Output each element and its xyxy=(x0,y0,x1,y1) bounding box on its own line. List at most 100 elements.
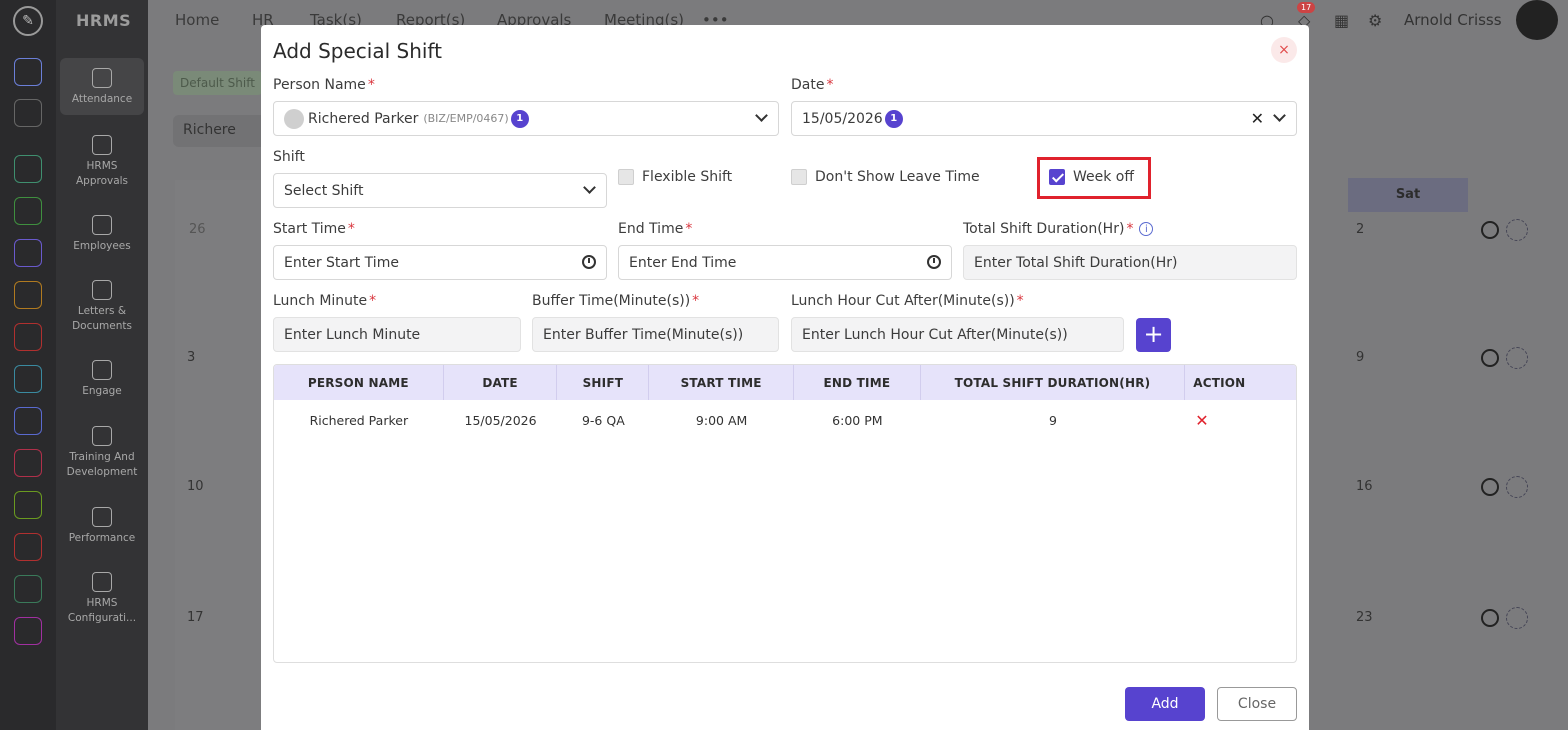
start-time-label: Start Time * xyxy=(273,221,355,237)
calendar-date: 3 xyxy=(187,350,196,365)
module-icon[interactable] xyxy=(14,155,42,183)
module-icon[interactable] xyxy=(14,323,42,351)
cell-start-time: 9:00 AM xyxy=(695,412,748,428)
buffer-time-placeholder: Enter Buffer Time(Minute(s)) xyxy=(543,326,744,343)
chevron-down-icon[interactable] xyxy=(1273,109,1286,122)
module-icon[interactable] xyxy=(14,197,42,225)
user-avatar[interactable] xyxy=(1516,0,1558,40)
nav-item-training[interactable]: Training And Development xyxy=(60,426,144,480)
add-person-icon[interactable] xyxy=(1506,347,1528,369)
nav-item-engage[interactable]: Engage xyxy=(60,360,144,399)
nav-item-attendance[interactable]: Attendance xyxy=(60,58,144,115)
document-icon xyxy=(92,280,112,300)
cell-shift: 9-6 QA xyxy=(581,412,625,428)
checkbox-box[interactable] xyxy=(618,169,634,185)
module-icon[interactable] xyxy=(14,491,42,519)
chevron-down-icon[interactable] xyxy=(755,109,768,122)
settings-icon[interactable]: ⚙ xyxy=(1368,11,1382,30)
module-icon[interactable] xyxy=(14,239,42,267)
date-label: Date * xyxy=(791,77,834,93)
module-icon[interactable] xyxy=(14,533,42,561)
end-time-input[interactable]: Enter End Time xyxy=(618,245,952,280)
duration-input[interactable]: Enter Total Shift Duration(Hr) xyxy=(963,245,1297,280)
checkbox-box[interactable] xyxy=(1049,169,1065,185)
calendar-date: 9 xyxy=(1356,350,1365,365)
dont-show-leave-checkbox[interactable]: Don't Show Leave Time xyxy=(791,169,980,185)
nav-item-performance[interactable]: Performance xyxy=(60,507,144,546)
date-select[interactable]: 15/05/2026 1 ✕ xyxy=(791,101,1297,136)
module-icon[interactable] xyxy=(14,449,42,477)
module-icon[interactable] xyxy=(14,617,42,645)
checkbox-box[interactable] xyxy=(791,169,807,185)
add-person-icon[interactable] xyxy=(1506,219,1528,241)
person-name-value: Richered Parker xyxy=(308,110,419,127)
calendar-clock-icon xyxy=(92,68,112,88)
close-icon[interactable]: × xyxy=(1271,37,1297,63)
module-icon[interactable] xyxy=(14,407,42,435)
add-person-icon[interactable] xyxy=(1506,476,1528,498)
calendar-date: 2 xyxy=(1356,222,1365,237)
column-header: END TIME xyxy=(794,365,921,400)
week-off-checkbox[interactable]: Week off xyxy=(1049,169,1134,185)
add-button[interactable]: Add xyxy=(1125,687,1205,721)
add-special-shift-modal: Add Special Shift × Person Name * Richere… xyxy=(261,25,1309,730)
pin-icon[interactable] xyxy=(14,99,42,127)
calendar-date: 17 xyxy=(187,610,204,625)
gear-icon xyxy=(92,572,112,592)
icon-rail: ✎ xyxy=(0,0,56,730)
chevron-down-icon[interactable] xyxy=(583,181,596,194)
menu-home[interactable]: Home xyxy=(175,11,219,29)
person-name-select[interactable]: Richered Parker (BIZ/EMP/0467) 1 xyxy=(273,101,779,136)
duration-placeholder: Enter Total Shift Duration(Hr) xyxy=(974,254,1178,271)
clock-icon[interactable] xyxy=(582,255,596,269)
lunch-cut-input[interactable]: Enter Lunch Hour Cut After(Minute(s)) xyxy=(791,317,1124,352)
clock-icon[interactable] xyxy=(927,255,941,269)
shift-table: PERSON NAME DATE SHIFT START TIME END TI… xyxy=(273,364,1297,663)
column-header: TOTAL SHIFT DURATION(HR) xyxy=(921,365,1186,400)
apps-grid-icon[interactable]: ▦ xyxy=(1334,11,1349,30)
flexible-shift-checkbox[interactable]: Flexible Shift xyxy=(618,169,732,185)
count-badge: 1 xyxy=(884,109,903,128)
start-time-placeholder: Enter Start Time xyxy=(284,254,399,271)
shift-label: Shift xyxy=(273,149,305,165)
default-shift-tab[interactable]: Default Shift xyxy=(173,71,262,95)
user-name[interactable]: Arnold Crisss xyxy=(1404,11,1502,29)
calendar-date: 23 xyxy=(1356,610,1373,625)
nav-item-letters[interactable]: Letters & Documents xyxy=(60,280,144,334)
nav-item-hrms-approvals[interactable]: HRMS Approvals xyxy=(60,135,144,189)
module-icon[interactable] xyxy=(14,365,42,393)
column-header: START TIME xyxy=(649,365,794,400)
add-person-icon[interactable] xyxy=(1506,607,1528,629)
home-icon[interactable] xyxy=(14,58,42,86)
nav-item-employees[interactable]: Employees xyxy=(60,215,144,254)
column-header: PERSON NAME xyxy=(274,365,444,400)
count-badge: 1 xyxy=(510,109,529,128)
notification-badge: 17 xyxy=(1297,2,1316,13)
calendar-date: 26 xyxy=(189,222,206,237)
calendar-date: 10 xyxy=(187,479,204,494)
modal-title: Add Special Shift xyxy=(273,39,442,63)
date-value: 15/05/2026 xyxy=(802,110,883,127)
block-icon[interactable] xyxy=(1481,478,1499,496)
block-icon[interactable] xyxy=(1481,221,1499,239)
lunch-minute-input[interactable]: Enter Lunch Minute xyxy=(273,317,521,352)
module-icon[interactable] xyxy=(14,281,42,309)
clear-icon[interactable]: ✕ xyxy=(1251,109,1264,128)
block-icon[interactable] xyxy=(1481,349,1499,367)
buffer-time-input[interactable]: Enter Buffer Time(Minute(s)) xyxy=(532,317,779,352)
cell-date: 15/05/2026 xyxy=(464,412,537,428)
calendar-header-sat: Sat xyxy=(1348,178,1468,212)
person-name-label: Person Name * xyxy=(273,77,375,93)
block-icon[interactable] xyxy=(1481,609,1499,627)
info-icon[interactable]: i xyxy=(1139,222,1154,236)
lunch-cut-label: Lunch Hour Cut After(Minute(s)) * xyxy=(791,293,1024,309)
add-row-button[interactable]: + xyxy=(1136,318,1171,352)
cell-end-time: 6:00 PM xyxy=(832,412,883,428)
module-icon[interactable] xyxy=(14,575,42,603)
shift-select[interactable]: Select Shift xyxy=(273,173,607,208)
delete-row-icon[interactable]: ✕ xyxy=(1185,400,1296,440)
start-time-input[interactable]: Enter Start Time xyxy=(273,245,607,280)
close-button[interactable]: Close xyxy=(1217,687,1297,721)
compass-icon[interactable]: ✎ xyxy=(13,6,43,36)
nav-item-configuration[interactable]: HRMS Configurati... xyxy=(60,572,144,626)
